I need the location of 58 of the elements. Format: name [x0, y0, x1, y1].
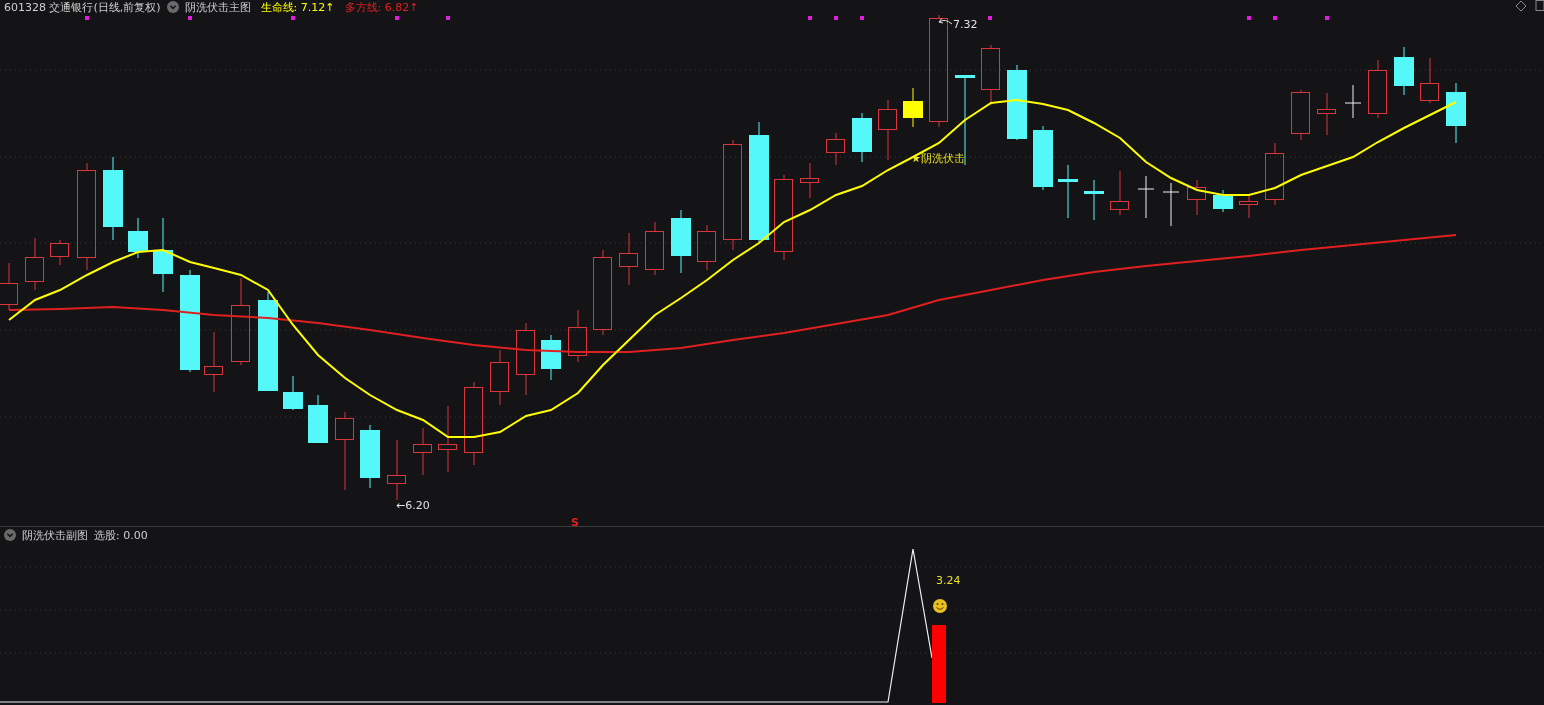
diamond-icon: [1515, 0, 1527, 12]
candlestick: [1291, 89, 1310, 141]
candlestick: [1084, 179, 1104, 221]
candlestick: [1265, 142, 1284, 206]
candlestick: [1187, 179, 1206, 216]
candlestick: [981, 44, 1000, 106]
indicator-value: 生命线: 7.12↑: [260, 0, 335, 14]
panel-toggle-icon[interactable]: [1535, 0, 1544, 11]
price-label: ←6.20: [396, 499, 430, 512]
candlestick: [1033, 125, 1053, 191]
candlestick: [619, 232, 638, 286]
candlestick: [308, 394, 328, 444]
candlestick: [360, 424, 380, 489]
indicator-value: 多方线: 6.82↑: [344, 0, 419, 14]
candlestick: [1368, 59, 1387, 119]
candlestick: [413, 427, 432, 476]
candlestick: [541, 334, 561, 381]
candlestick: [1137, 175, 1155, 219]
smiley-icon: [933, 599, 947, 613]
candlestick: [128, 217, 148, 259]
indicator-title: 阴洗伏击主图: [184, 0, 251, 14]
buy-marker: S: [571, 516, 579, 527]
price-label: 7.32: [953, 18, 978, 31]
candlestick: [645, 221, 664, 276]
candlestick: [671, 209, 691, 274]
candlestick: [568, 309, 587, 363]
candlestick: [204, 331, 223, 393]
signal-label: ★阴洗伏击: [911, 152, 965, 165]
candlestick: [387, 439, 406, 501]
candlestick: [1162, 182, 1180, 227]
security-title: 601328 交通银行(日线,前复权): [4, 0, 161, 14]
candlestick: [697, 224, 716, 271]
candlestick: [1110, 170, 1129, 216]
candlestick: [1058, 164, 1078, 219]
indicator-value: 选股: 0.00: [94, 528, 148, 542]
candlestick: [1344, 84, 1362, 119]
candlestick: [490, 349, 509, 406]
candlestick: [826, 132, 845, 166]
collapse-icon[interactable]: [166, 1, 179, 13]
candlestick: [903, 87, 923, 128]
candlestick: [1239, 194, 1258, 219]
indicator-title: 阴洗伏击副图: [22, 528, 88, 542]
candlestick: [283, 375, 303, 411]
candlestick: [800, 162, 819, 199]
collapse-icon[interactable]: [4, 529, 16, 541]
candlestick: [1394, 46, 1414, 96]
candlestick: [1420, 57, 1439, 104]
candlestick: [25, 237, 44, 291]
value-label: 3.24: [936, 574, 961, 587]
candlestick: [1446, 82, 1466, 144]
candlestick: [50, 239, 69, 266]
candlestick: [0, 262, 18, 311]
candlestick: [878, 99, 897, 161]
candlestick: [438, 405, 457, 473]
candlestick: [852, 112, 872, 163]
candlestick: [1317, 92, 1336, 136]
candlestick: [1213, 189, 1233, 213]
arrow-icon: [938, 17, 953, 25]
